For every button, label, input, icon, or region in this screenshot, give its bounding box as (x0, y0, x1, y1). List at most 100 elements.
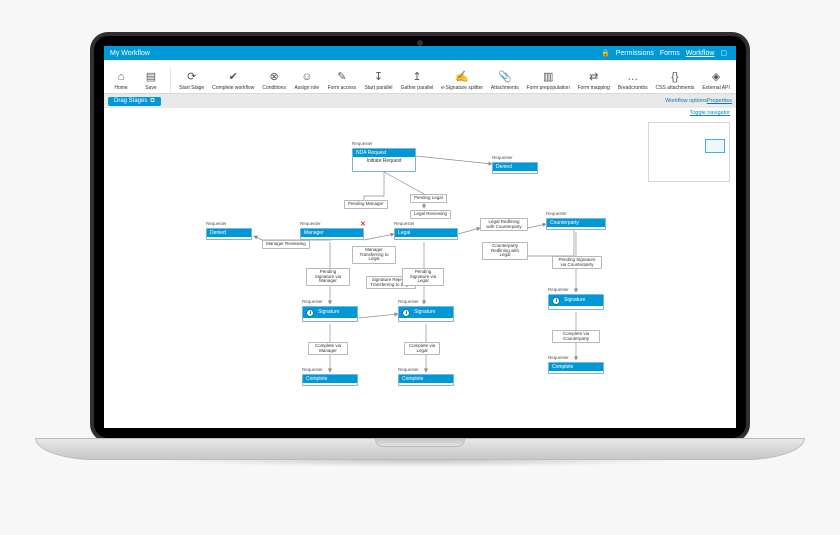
toolbar-label: Form mapping (578, 86, 610, 91)
toolbar-icon: ⊗ (267, 70, 281, 84)
toolbar-icon: ↧ (371, 70, 385, 84)
workflow-link[interactable]: Workflow (686, 50, 715, 57)
toolbar-label: Home (114, 86, 127, 91)
role-label: Requester (352, 141, 373, 146)
toolbar-label: Breadcrumbs (618, 86, 648, 91)
laptop-base (35, 438, 805, 460)
toolbar-button[interactable]: ⇄ Form mapping (576, 68, 612, 93)
node-header: Legal (395, 229, 457, 237)
role-label: Requester (302, 299, 323, 304)
toolbar-icon: ✔ (226, 70, 240, 84)
edge-label: Legal Reviewing (410, 210, 451, 219)
edge-label: Complete via Manager (308, 342, 348, 355)
workflow-node[interactable]: Signature (398, 306, 454, 322)
toolbar-label: Form access (328, 86, 357, 91)
workflow-canvas[interactable]: Toggle navigator ✕ Requester NDA RequestI… (104, 108, 736, 428)
toolbar-button[interactable]: ⌂ Home (108, 68, 134, 93)
toolbar-button[interactable]: ⟳Start Stage (177, 68, 206, 93)
role-label: Requester (398, 299, 419, 304)
title-bar: My Workflow 🔒 Permissions Forms Workflow… (104, 46, 736, 60)
node-header: Manager (301, 229, 363, 237)
clock-icon (402, 309, 410, 317)
toolbar-button[interactable]: ✍e-Signature splitter (439, 68, 484, 93)
toolbar-button[interactable]: ✔ Complete workflow (210, 68, 256, 93)
toolbar-button[interactable]: ▤Save (138, 68, 164, 93)
workflow-node[interactable]: NDA RequestInitiate Request (352, 148, 416, 172)
toolbar-label: Form prepopulation (527, 86, 570, 91)
toolbar: ⌂ Home ▤Save ⟳Start Stage ✔ Complete workflow… (104, 60, 736, 94)
workflow-node[interactable]: Manager (300, 228, 364, 240)
toolbar-button[interactable]: ↧ Start parallel (362, 68, 394, 93)
role-label: Requester (546, 211, 567, 216)
toolbar-button[interactable]: ◈ External API (700, 68, 732, 93)
toolbar-button[interactable]: ☺Assign role (292, 68, 321, 93)
drag-stages-button[interactable]: Drag Stages ⧉ (108, 97, 161, 106)
workflow-node[interactable]: Counterparty (546, 218, 606, 230)
app-title: My Workflow (110, 50, 150, 57)
toolbar-icon: ▤ (144, 70, 158, 84)
toolbar-icon: {} (668, 70, 682, 84)
toolbar-icon: ▥ (541, 70, 555, 84)
toolbar-button[interactable]: …Breadcrumbs (616, 68, 650, 93)
edge-label: Pending Signature via Legal (402, 268, 444, 286)
screen: My Workflow 🔒 Permissions Forms Workflow… (104, 46, 736, 428)
role-label: Requester (492, 155, 513, 160)
toolbar-icon: ☺ (300, 70, 314, 84)
laptop-frame: My Workflow 🔒 Permissions Forms Workflow… (90, 32, 750, 490)
toolbar-icon: ◈ (709, 70, 723, 84)
workflow-node[interactable]: Denied (206, 228, 252, 240)
workflow-node[interactable]: Complete (548, 362, 604, 374)
window-box-icon[interactable]: ▢ (720, 49, 727, 57)
toolbar-button[interactable]: ↥Gather parallel (399, 68, 436, 93)
role-label: Requester (394, 221, 415, 226)
toggle-navigator-link[interactable]: Toggle navigator (690, 110, 730, 116)
role-label: Requester (548, 355, 569, 360)
workflow-node[interactable]: Legal Redlining with Counterparty (480, 218, 528, 231)
toolbar-button[interactable]: ✎ Form access (325, 68, 358, 93)
role-label: Requester (548, 287, 569, 292)
minimap[interactable] (648, 122, 730, 182)
node-body: Initiate Request (353, 157, 415, 167)
node-header: Complete (303, 375, 357, 383)
minimap-viewport[interactable] (705, 139, 725, 153)
workflow-node[interactable]: Signature (302, 306, 358, 322)
node-header: NDA Request (353, 149, 415, 157)
node-header: Denied (207, 229, 251, 237)
laptop-notch (375, 439, 465, 447)
role-label: Requester (302, 367, 323, 372)
toolbar-button[interactable]: ⊗Conditions (260, 68, 288, 93)
role-label: Requester (300, 221, 321, 226)
edge-label: Complete via Legal (404, 342, 440, 355)
properties-link[interactable]: Properties (707, 98, 732, 104)
toolbar-label: Complete workflow (212, 86, 254, 91)
toolbar-label: External API (702, 86, 730, 91)
drag-stages-label: Drag Stages (114, 98, 147, 104)
toolbar-button[interactable]: ▥ Form prepopulation (525, 68, 572, 93)
toolbar-icon: 📎 (498, 70, 512, 84)
workflow-node[interactable]: Complete (302, 374, 358, 386)
toolbar-label: Start parallel (364, 86, 392, 91)
toolbar-icon: ✎ (335, 70, 349, 84)
toolbar-button[interactable]: 📎Attachments (489, 68, 521, 93)
reject-icon: ✕ (360, 220, 366, 228)
workflow-node[interactable]: Denied (492, 162, 538, 174)
toolbar-icon: ⌂ (114, 70, 128, 84)
node-header: Complete (399, 375, 453, 383)
role-label: Requester (398, 367, 419, 372)
copy-icon: ⧉ (150, 98, 154, 105)
workflow-node[interactable]: Signature (548, 294, 604, 310)
edge-label: Pending Manager (344, 200, 388, 209)
workflow-node[interactable]: Legal (394, 228, 458, 240)
edge-label: Counterparty Redlining with Legal (482, 242, 528, 260)
workflow-node[interactable]: Complete (398, 374, 454, 386)
permissions-link[interactable]: Permissions (616, 50, 654, 57)
node-header: Signature (399, 307, 453, 318)
lock-icon[interactable]: 🔒 (601, 49, 610, 57)
bezel: My Workflow 🔒 Permissions Forms Workflow… (90, 32, 750, 442)
forms-link[interactable]: Forms (660, 50, 680, 57)
edge-label: Pending Signature via Manager (306, 268, 350, 286)
workflow-options-link[interactable]: Workflow options (665, 98, 707, 104)
toolbar-icon: ⇄ (587, 70, 601, 84)
toolbar-button[interactable]: {}CSS attachments (654, 68, 697, 93)
edge-label: Manager Transferring to Legal (352, 246, 396, 264)
